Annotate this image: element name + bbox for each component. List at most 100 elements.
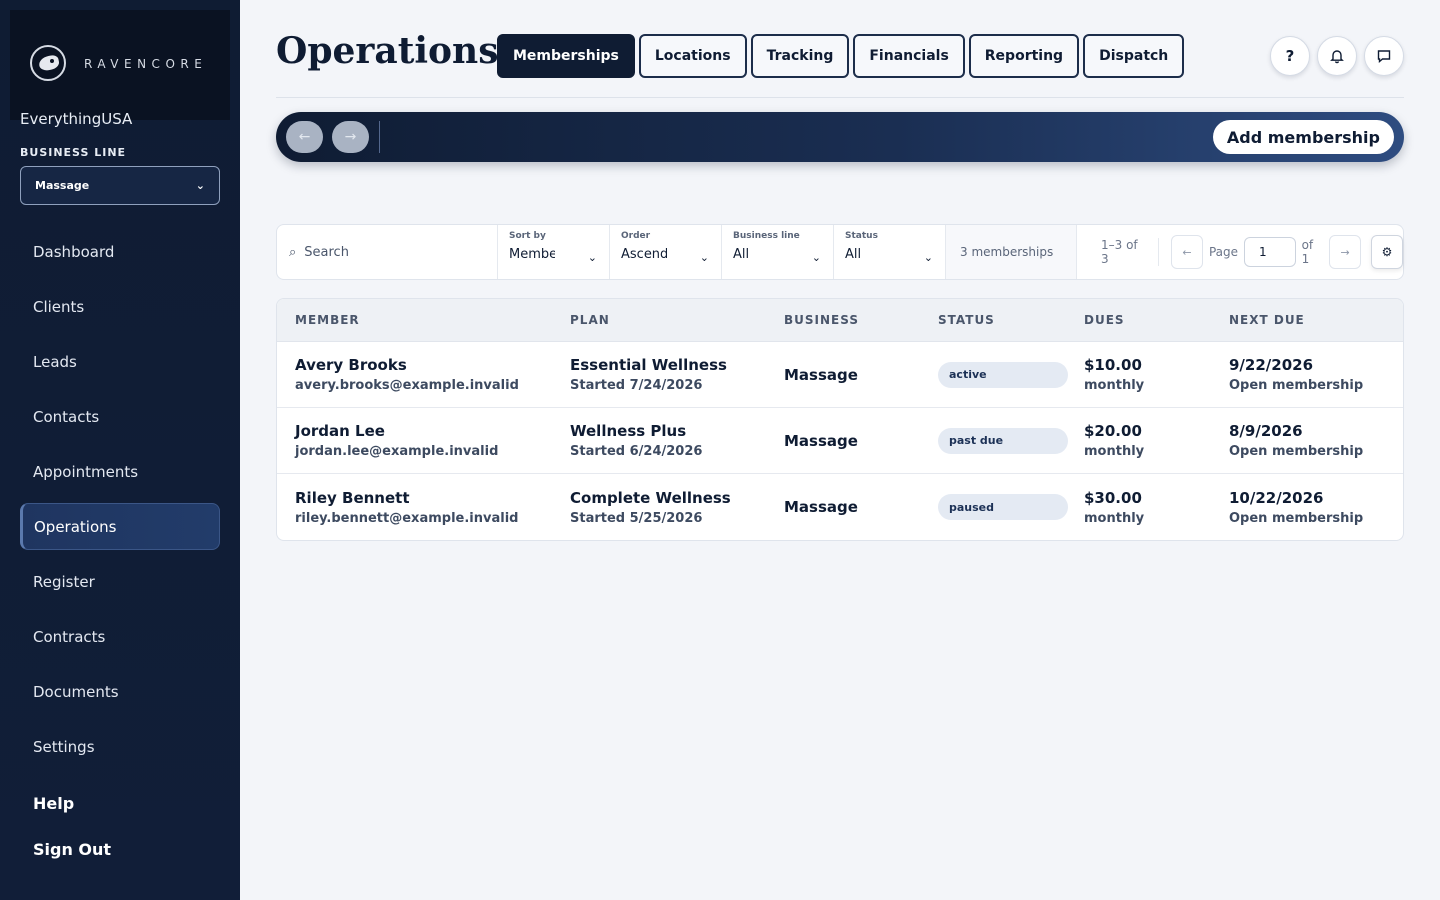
toolbar: ← → Add membership xyxy=(276,112,1404,162)
plan-started: Started 7/24/2026 xyxy=(570,378,703,393)
sidebar-item-settings[interactable]: Settings xyxy=(20,723,220,770)
plan-name: Wellness Plus xyxy=(570,422,687,440)
org-name: EverythingUSA xyxy=(20,110,133,128)
tab-locations[interactable]: Locations xyxy=(638,34,747,78)
help-link[interactable]: Help xyxy=(33,794,74,813)
chevron-down-icon: ⌄ xyxy=(587,251,597,264)
page-label: Page xyxy=(1208,245,1239,259)
business-line-filter-label: Business line xyxy=(733,231,800,241)
dues-amount: $10.00 xyxy=(1084,356,1142,374)
header-divider xyxy=(276,97,1404,98)
sidebar-item-label: Appointments xyxy=(33,462,139,481)
member-name: Avery Brooks xyxy=(295,356,407,374)
sidebar-item-label: Documents xyxy=(33,682,119,701)
add-membership-button[interactable]: Add membership xyxy=(1212,120,1394,154)
plan-started: Started 6/24/2026 xyxy=(570,444,703,459)
back-button[interactable]: ← xyxy=(286,121,323,153)
status-filter[interactable]: Status All ⌄ xyxy=(834,225,946,279)
tab-dispatch[interactable]: Dispatch xyxy=(1083,34,1185,78)
search-placeholder: Search xyxy=(304,244,349,260)
chevron-down-icon: ⌄ xyxy=(811,251,821,264)
table-row[interactable]: Riley Bennett riley.bennett@example.inval… xyxy=(277,474,1403,540)
toolbar-divider xyxy=(379,121,380,153)
dues-period: monthly xyxy=(1084,444,1145,459)
status-badge: paused xyxy=(938,494,1068,520)
column-header-plan: PLAN xyxy=(570,313,610,327)
raven-logo-icon xyxy=(30,45,66,81)
sort-by-select[interactable]: Sort by Member ⌄ xyxy=(498,225,610,279)
member-name: Riley Bennett xyxy=(295,488,410,507)
table-row[interactable]: Jordan Lee jordan.lee@example.invalid Wel… xyxy=(277,408,1403,474)
next-due-note: Open membership xyxy=(1229,444,1364,459)
membership-count: 3 memberships xyxy=(946,225,1077,279)
column-header-member: MEMBER xyxy=(295,313,360,327)
next-due-date: 10/22/2026 xyxy=(1229,488,1324,507)
column-header-status: STATUS xyxy=(938,313,995,327)
bell-icon[interactable] xyxy=(1317,36,1357,76)
business-name: Massage xyxy=(784,365,858,384)
dues-amount: $30.00 xyxy=(1084,488,1142,507)
sidebar-item-label: Clients xyxy=(33,297,85,316)
column-header-next-due: NEXT DUE xyxy=(1229,313,1305,327)
sign-out-link[interactable]: Sign Out xyxy=(33,840,111,859)
plan-started: Started 5/25/2026 xyxy=(570,510,703,526)
column-header-dues: DUES xyxy=(1084,313,1125,327)
sidebar-item-label: Operations xyxy=(34,517,117,536)
next-due-date: 8/9/2026 xyxy=(1229,422,1303,440)
tab-tracking[interactable]: Tracking xyxy=(750,34,850,78)
sidebar-item-contracts[interactable]: Contracts xyxy=(20,613,220,660)
memberships-table: MEMBER PLAN BUSINESS STATUS DUES NEXT DU… xyxy=(276,298,1404,541)
sidebar-nav: Dashboard Clients Leads Contacts Appoint… xyxy=(20,228,220,778)
forward-button[interactable]: → xyxy=(332,121,369,153)
sidebar-item-operations[interactable]: Operations xyxy=(20,503,220,550)
pagination: 1–3 of 3 ← Page 1 of 1 → ⚙ xyxy=(1077,225,1403,279)
next-due-note: Open membership xyxy=(1229,378,1364,393)
search-input[interactable]: ⌕ Search xyxy=(277,225,498,279)
sidebar-item-contacts[interactable]: Contacts xyxy=(20,393,220,440)
plan-name: Essential Wellness xyxy=(570,356,727,374)
business-line-filter[interactable]: Business line All ⌄ xyxy=(722,225,834,279)
status-badge: active xyxy=(938,361,1068,388)
sidebar-item-dashboard[interactable]: Dashboard xyxy=(20,228,220,275)
sidebar-item-leads[interactable]: Leads xyxy=(20,338,220,385)
sidebar-item-label: Leads xyxy=(33,352,77,371)
page-input[interactable]: 1 xyxy=(1244,237,1296,267)
business-name: Massage xyxy=(784,431,858,450)
business-line-select[interactable]: Massage ⌄ xyxy=(20,166,220,205)
sidebar-item-register[interactable]: Register xyxy=(20,558,220,605)
chat-icon[interactable] xyxy=(1364,36,1404,76)
sort-by-value: Member xyxy=(509,247,555,262)
business-line-label: BUSINESS LINE xyxy=(20,146,127,159)
sidebar-item-label: Contacts xyxy=(33,407,100,426)
tab-financials[interactable]: Financials xyxy=(853,34,965,78)
dues-amount: $20.00 xyxy=(1084,422,1142,440)
member-email: avery.brooks@example.invalid xyxy=(295,378,519,393)
order-select[interactable]: Order Ascending ⌄ xyxy=(610,225,722,279)
help-icon[interactable]: ? xyxy=(1270,36,1310,76)
page-total: of 1 xyxy=(1301,238,1314,266)
header-actions: ? xyxy=(1270,36,1404,76)
status-filter-label: Status xyxy=(845,231,878,241)
sidebar-item-documents[interactable]: Documents xyxy=(20,668,220,715)
next-due-note: Open membership xyxy=(1229,510,1364,526)
brand-logo: RAVENCORE xyxy=(10,10,230,120)
order-label: Order xyxy=(621,231,651,241)
next-page-button[interactable]: → xyxy=(1329,235,1362,269)
tab-reporting[interactable]: Reporting xyxy=(968,34,1080,78)
chevron-down-icon: ⌄ xyxy=(195,179,205,192)
sidebar-item-clients[interactable]: Clients xyxy=(20,283,220,330)
sidebar-item-label: Register xyxy=(33,572,95,591)
chevron-down-icon: ⌄ xyxy=(699,251,709,264)
business-name: Massage xyxy=(784,498,858,516)
gear-icon[interactable]: ⚙ xyxy=(1371,235,1403,269)
next-due-date: 9/22/2026 xyxy=(1229,356,1314,374)
prev-page-button[interactable]: ← xyxy=(1171,235,1203,269)
sidebar-item-appointments[interactable]: Appointments xyxy=(20,448,220,495)
sidebar-item-label: Contracts xyxy=(33,627,106,646)
table-row[interactable]: Avery Brooks avery.brooks@example.invalid… xyxy=(277,342,1403,408)
search-icon: ⌕ xyxy=(289,244,297,260)
plan-name: Complete Wellness xyxy=(570,488,731,507)
tab-memberships[interactable]: Memberships xyxy=(497,34,635,78)
sidebar: RAVENCORE EverythingUSA BUSINESS LINE Ma… xyxy=(0,0,240,900)
status-filter-value: All xyxy=(845,247,862,262)
